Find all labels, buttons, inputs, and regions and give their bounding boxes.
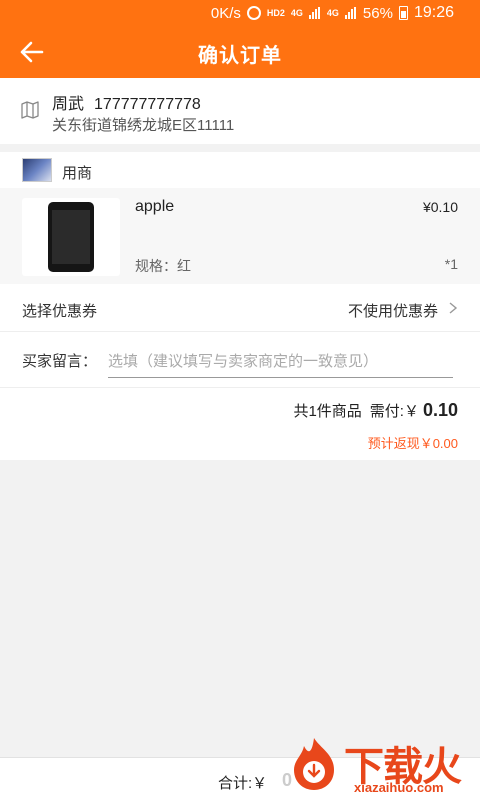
total-label: 合计:￥ — [218, 775, 268, 792]
summary-row: 共1件商品 需付:￥ 0.10 — [293, 400, 458, 421]
status-indicators: 0K/s HD2 4G 4G 56% 19:26 — [205, 4, 454, 22]
page-title: 确认订单 — [198, 45, 282, 67]
item-count: 共1件商品 — [293, 403, 362, 420]
network-type-1: 4G — [290, 8, 303, 18]
watermark: 下载火 xiazaihuo.com — [282, 732, 480, 800]
status-bar: 0K/s HD2 4G 4G 56% 19:26 — [0, 0, 480, 26]
nav-bar: 确认订单 — [0, 26, 480, 78]
watermark-url: xiazaihuo.com — [354, 780, 444, 795]
network-speed: 0K/s — [210, 4, 241, 22]
pay-amount: 0.10 — [422, 400, 458, 420]
coupon-label: 选择优惠券 — [22, 303, 98, 320]
product-name: apple — [135, 198, 175, 215]
address-detail: 关东街道锦绣龙城E区11111 — [52, 117, 235, 134]
shop-avatar — [22, 158, 52, 182]
app-header: 0K/s HD2 4G 4G 56% 19:26 确认订单 — [0, 0, 480, 78]
shop-header: 用商 — [0, 152, 480, 188]
buyer-message: 买家留言： — [0, 332, 480, 388]
recipient-name: 周武 — [52, 96, 85, 113]
pay-label: 需付:￥ — [369, 403, 419, 420]
signal-icon — [308, 7, 321, 19]
phone-image — [48, 202, 94, 272]
hd-indicator: HD2 — [266, 8, 285, 18]
signal-icon-2 — [344, 7, 357, 19]
message-label: 买家留言： — [22, 353, 98, 370]
battery-icon — [398, 6, 408, 20]
battery-level: 56% — [362, 4, 393, 22]
recipient-info: 周武 177777777778 — [52, 90, 201, 114]
product-item[interactable]: apple ¥0.10 规格：红 *1 — [0, 188, 480, 284]
shop-name: 用商 — [62, 165, 93, 182]
map-icon — [21, 101, 39, 119]
alarm-icon — [246, 6, 261, 20]
recipient-phone: 177777777778 — [94, 96, 201, 113]
clock: 19:26 — [413, 4, 454, 21]
network-type-2: 4G — [326, 8, 339, 18]
coupon-value: 不使用优惠券 — [347, 303, 438, 320]
product-image — [22, 198, 120, 276]
coupon-selector[interactable]: 选择优惠券 不使用优惠券 — [0, 284, 480, 332]
order-summary: 共1件商品 需付:￥ 0.10 预计返现￥0.00 — [0, 388, 480, 460]
chevron-right-icon — [449, 302, 458, 314]
shipping-address[interactable]: 周武 177777777778 关东街道锦绣龙城E区11111 — [0, 78, 480, 144]
product-spec: 规格：红 — [135, 258, 191, 274]
flame-logo-icon — [294, 738, 334, 790]
product-price: ¥0.10 — [422, 199, 458, 215]
cashback-text: 预计返现￥0.00 — [367, 436, 458, 451]
product-quantity: *1 — [444, 256, 458, 272]
message-input[interactable] — [108, 346, 453, 378]
